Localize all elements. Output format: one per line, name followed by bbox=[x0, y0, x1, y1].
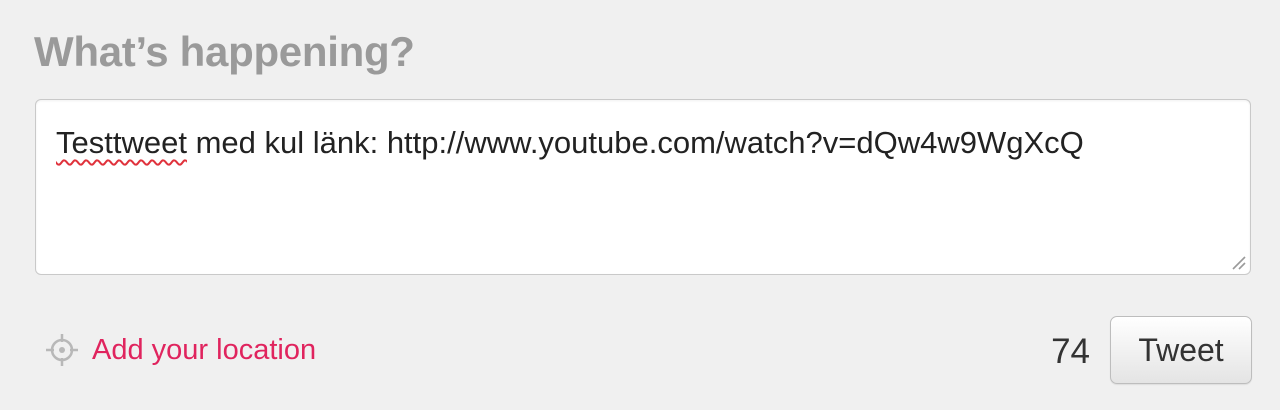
composer-heading: What’s happening? bbox=[34, 28, 415, 75]
add-location-link[interactable]: Add your location bbox=[44, 328, 316, 372]
resize-handle-icon[interactable] bbox=[1229, 253, 1247, 271]
add-location-label: Add your location bbox=[92, 333, 317, 366]
tweet-text-rest: med kul länk: http://www.youtube.com/wat… bbox=[186, 125, 1084, 160]
tweet-button[interactable]: Tweet bbox=[1110, 316, 1252, 384]
tweet-textarea[interactable]: Testtweet med kul länk: http://www.youtu… bbox=[35, 99, 1251, 275]
tweet-text: Testtweet med kul länk: http://www.youtu… bbox=[56, 122, 1236, 163]
character-counter: 74 bbox=[1051, 332, 1090, 371]
misspelled-word: Testtweet bbox=[56, 125, 187, 160]
crosshair-icon bbox=[46, 334, 78, 366]
tweet-box-panel: What’s happening? Testtweet med kul länk… bbox=[0, 0, 1280, 410]
